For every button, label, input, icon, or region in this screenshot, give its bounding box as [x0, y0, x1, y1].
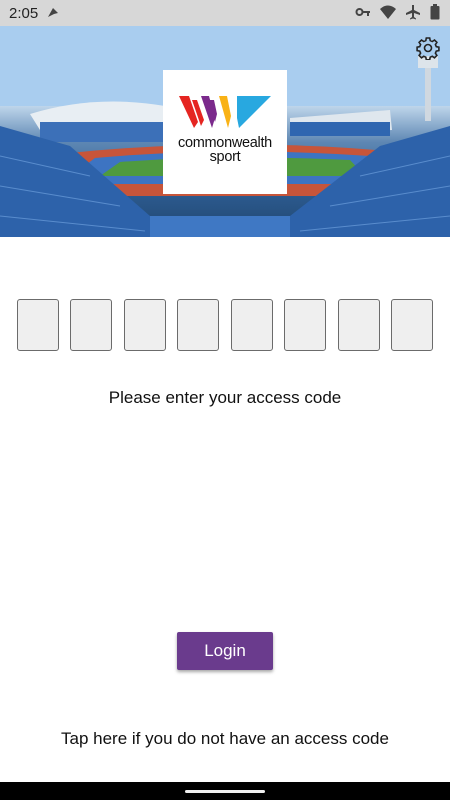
access-code-digit-4[interactable]: [177, 299, 220, 351]
logo-text: commonwealth sport: [178, 135, 272, 165]
logo-text-line2: sport: [209, 149, 241, 165]
access-code-digit-2[interactable]: [70, 299, 113, 351]
gear-icon[interactable]: [416, 36, 440, 61]
home-gesture-handle[interactable]: [185, 790, 265, 793]
logo-text-line1: commonwealth: [178, 135, 272, 151]
stadium-banner: commonwealth sport: [0, 26, 450, 237]
navigation-bar: [0, 782, 450, 800]
access-code-digit-7[interactable]: [337, 299, 380, 351]
access-code-digit-1[interactable]: [17, 299, 59, 351]
vpn-key-icon: [355, 4, 371, 20]
login-button[interactable]: Login: [177, 632, 273, 670]
access-code-digit-5[interactable]: [230, 299, 273, 351]
commonwealth-sport-logo: commonwealth sport: [163, 70, 287, 194]
access-code-digit-8[interactable]: [390, 299, 433, 351]
access-code-prompt: Please enter your access code: [108, 388, 342, 407]
access-code-digit-3[interactable]: [123, 299, 166, 351]
access-code-digit-6[interactable]: [284, 299, 327, 351]
notification-icon: [46, 6, 60, 20]
no-access-code-link[interactable]: Tap here if you do not have an access co…: [0, 729, 450, 749]
access-code-input-row: [17, 299, 433, 353]
logo-marks-icon: [179, 96, 271, 128]
status-time: 2:05: [9, 4, 39, 22]
status-bar: 2:05: [0, 0, 450, 26]
status-icons: [355, 4, 440, 20]
wifi-icon: [380, 4, 396, 20]
battery-icon: [430, 4, 440, 20]
airplane-mode-icon: [405, 4, 421, 20]
